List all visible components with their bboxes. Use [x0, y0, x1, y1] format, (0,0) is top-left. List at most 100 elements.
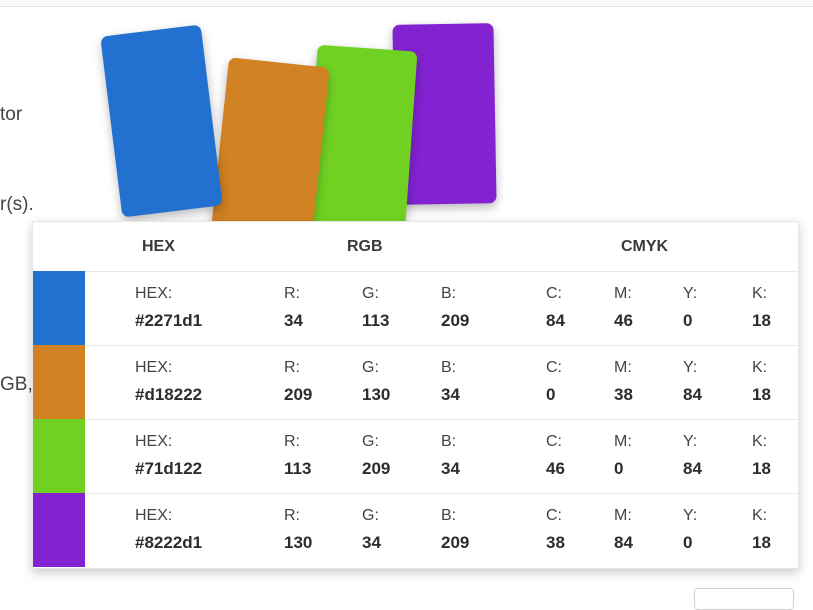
k-label: K:: [752, 285, 768, 302]
b-label: B:: [441, 359, 457, 376]
header-hex: HEX: [142, 238, 175, 255]
g-value: 113: [362, 311, 390, 330]
k-cell: K: 18: [752, 431, 771, 481]
hex-value: #8222d1: [135, 533, 203, 552]
g-cell: G: 34: [362, 505, 381, 555]
k-cell: K: 18: [752, 357, 771, 407]
m-label: M:: [614, 359, 632, 376]
hex-value: #d18222: [135, 385, 203, 404]
hex-label: HEX:: [135, 359, 173, 376]
table-row: HEX: #71d122 R: 113 G: 209 B: 34 C: 46 M: 0 Y: 84 K: 18: [33, 419, 798, 494]
hex-value: #2271d1: [135, 311, 203, 330]
r-label: R:: [284, 285, 300, 302]
y-value: 84: [683, 385, 702, 404]
k-label: K:: [752, 433, 768, 450]
color-chip: [33, 345, 85, 419]
more-button[interactable]: [694, 588, 794, 610]
hex-cell: HEX: #2271d1: [135, 283, 202, 333]
swatch-card-blue: [100, 24, 223, 218]
intro-text: tor r(s). GB,: [0, 40, 34, 430]
k-cell: K: 18: [752, 505, 771, 555]
k-cell: K: 18: [752, 283, 771, 333]
c-value: 0: [546, 385, 556, 404]
r-label: R:: [284, 359, 300, 376]
g-value: 130: [362, 385, 391, 404]
header-rgb: RGB: [347, 238, 383, 255]
c-label: C:: [546, 359, 562, 376]
r-value: 209: [284, 385, 313, 404]
b-value: 34: [441, 385, 460, 404]
g-cell: G: 209: [362, 431, 390, 481]
r-label: R:: [284, 433, 300, 450]
y-label: Y:: [683, 507, 698, 524]
hex-value: #71d122: [135, 459, 203, 478]
g-cell: G: 113: [362, 283, 389, 333]
g-label: G:: [362, 433, 379, 450]
k-label: K:: [752, 507, 768, 524]
k-value: 18: [752, 311, 771, 330]
y-value: 0: [683, 533, 693, 552]
b-value: 209: [441, 533, 470, 552]
m-value: 0: [614, 459, 624, 478]
m-value: 46: [614, 311, 633, 330]
color-values-table: HEX RGB CMYK HEX: #2271d1 R: 34 G: 113 B: 209 C:…: [32, 221, 799, 569]
b-value: 34: [441, 459, 460, 478]
m-label: M:: [614, 507, 632, 524]
b-value: 209: [441, 311, 470, 330]
y-label: Y:: [683, 433, 698, 450]
intro-line: GB,: [0, 374, 33, 395]
r-cell: R: 130: [284, 505, 312, 555]
hex-cell: HEX: #d18222: [135, 357, 202, 407]
r-cell: R: 34: [284, 283, 303, 333]
y-cell: Y: 84: [683, 357, 702, 407]
k-label: K:: [752, 359, 768, 376]
y-label: Y:: [683, 285, 698, 302]
m-cell: M: 38: [614, 357, 633, 407]
g-value: 209: [362, 459, 391, 478]
c-value: 84: [546, 311, 565, 330]
c-value: 46: [546, 459, 565, 478]
intro-line: [0, 280, 34, 310]
m-value: 84: [614, 533, 633, 552]
m-cell: M: 0: [614, 431, 632, 481]
c-label: C:: [546, 507, 562, 524]
c-value: 38: [546, 533, 565, 552]
b-label: B:: [441, 285, 457, 302]
k-value: 18: [752, 459, 771, 478]
b-label: B:: [441, 507, 457, 524]
m-cell: M: 84: [614, 505, 633, 555]
table-row: HEX: #2271d1 R: 34 G: 113 B: 209 C: 84 M: 46 Y: 0 K: 18: [33, 271, 798, 346]
c-cell: C: 84: [546, 283, 565, 333]
table-header: HEX RGB CMYK: [33, 222, 798, 272]
intro-line: tor: [0, 104, 23, 125]
y-value: 0: [683, 311, 693, 330]
table-row: HEX: #d18222 R: 209 G: 130 B: 34 C: 0 M: 38 Y: 84 K: 18: [33, 345, 798, 420]
b-cell: B: 34: [441, 357, 460, 407]
b-cell: B: 209: [441, 283, 469, 333]
r-cell: R: 209: [284, 357, 312, 407]
r-value: 34: [284, 311, 303, 330]
r-cell: R: 113: [284, 431, 311, 481]
color-chip: [33, 493, 85, 567]
r-value: 130: [284, 533, 313, 552]
y-value: 84: [683, 459, 702, 478]
c-cell: C: 38: [546, 505, 565, 555]
y-cell: Y: 0: [683, 283, 697, 333]
m-cell: M: 46: [614, 283, 633, 333]
b-cell: B: 209: [441, 505, 469, 555]
hex-label: HEX:: [135, 285, 173, 302]
intro-line: r(s).: [0, 194, 34, 215]
y-cell: Y: 0: [683, 505, 697, 555]
k-value: 18: [752, 533, 771, 552]
color-chip: [33, 419, 85, 493]
b-cell: B: 34: [441, 431, 460, 481]
y-cell: Y: 84: [683, 431, 702, 481]
m-label: M:: [614, 285, 632, 302]
g-cell: G: 130: [362, 357, 390, 407]
header-cmyk: CMYK: [621, 238, 669, 255]
g-label: G:: [362, 507, 379, 524]
c-label: C:: [546, 433, 562, 450]
g-value: 34: [362, 533, 381, 552]
hex-label: HEX:: [135, 433, 173, 450]
r-label: R:: [284, 507, 300, 524]
